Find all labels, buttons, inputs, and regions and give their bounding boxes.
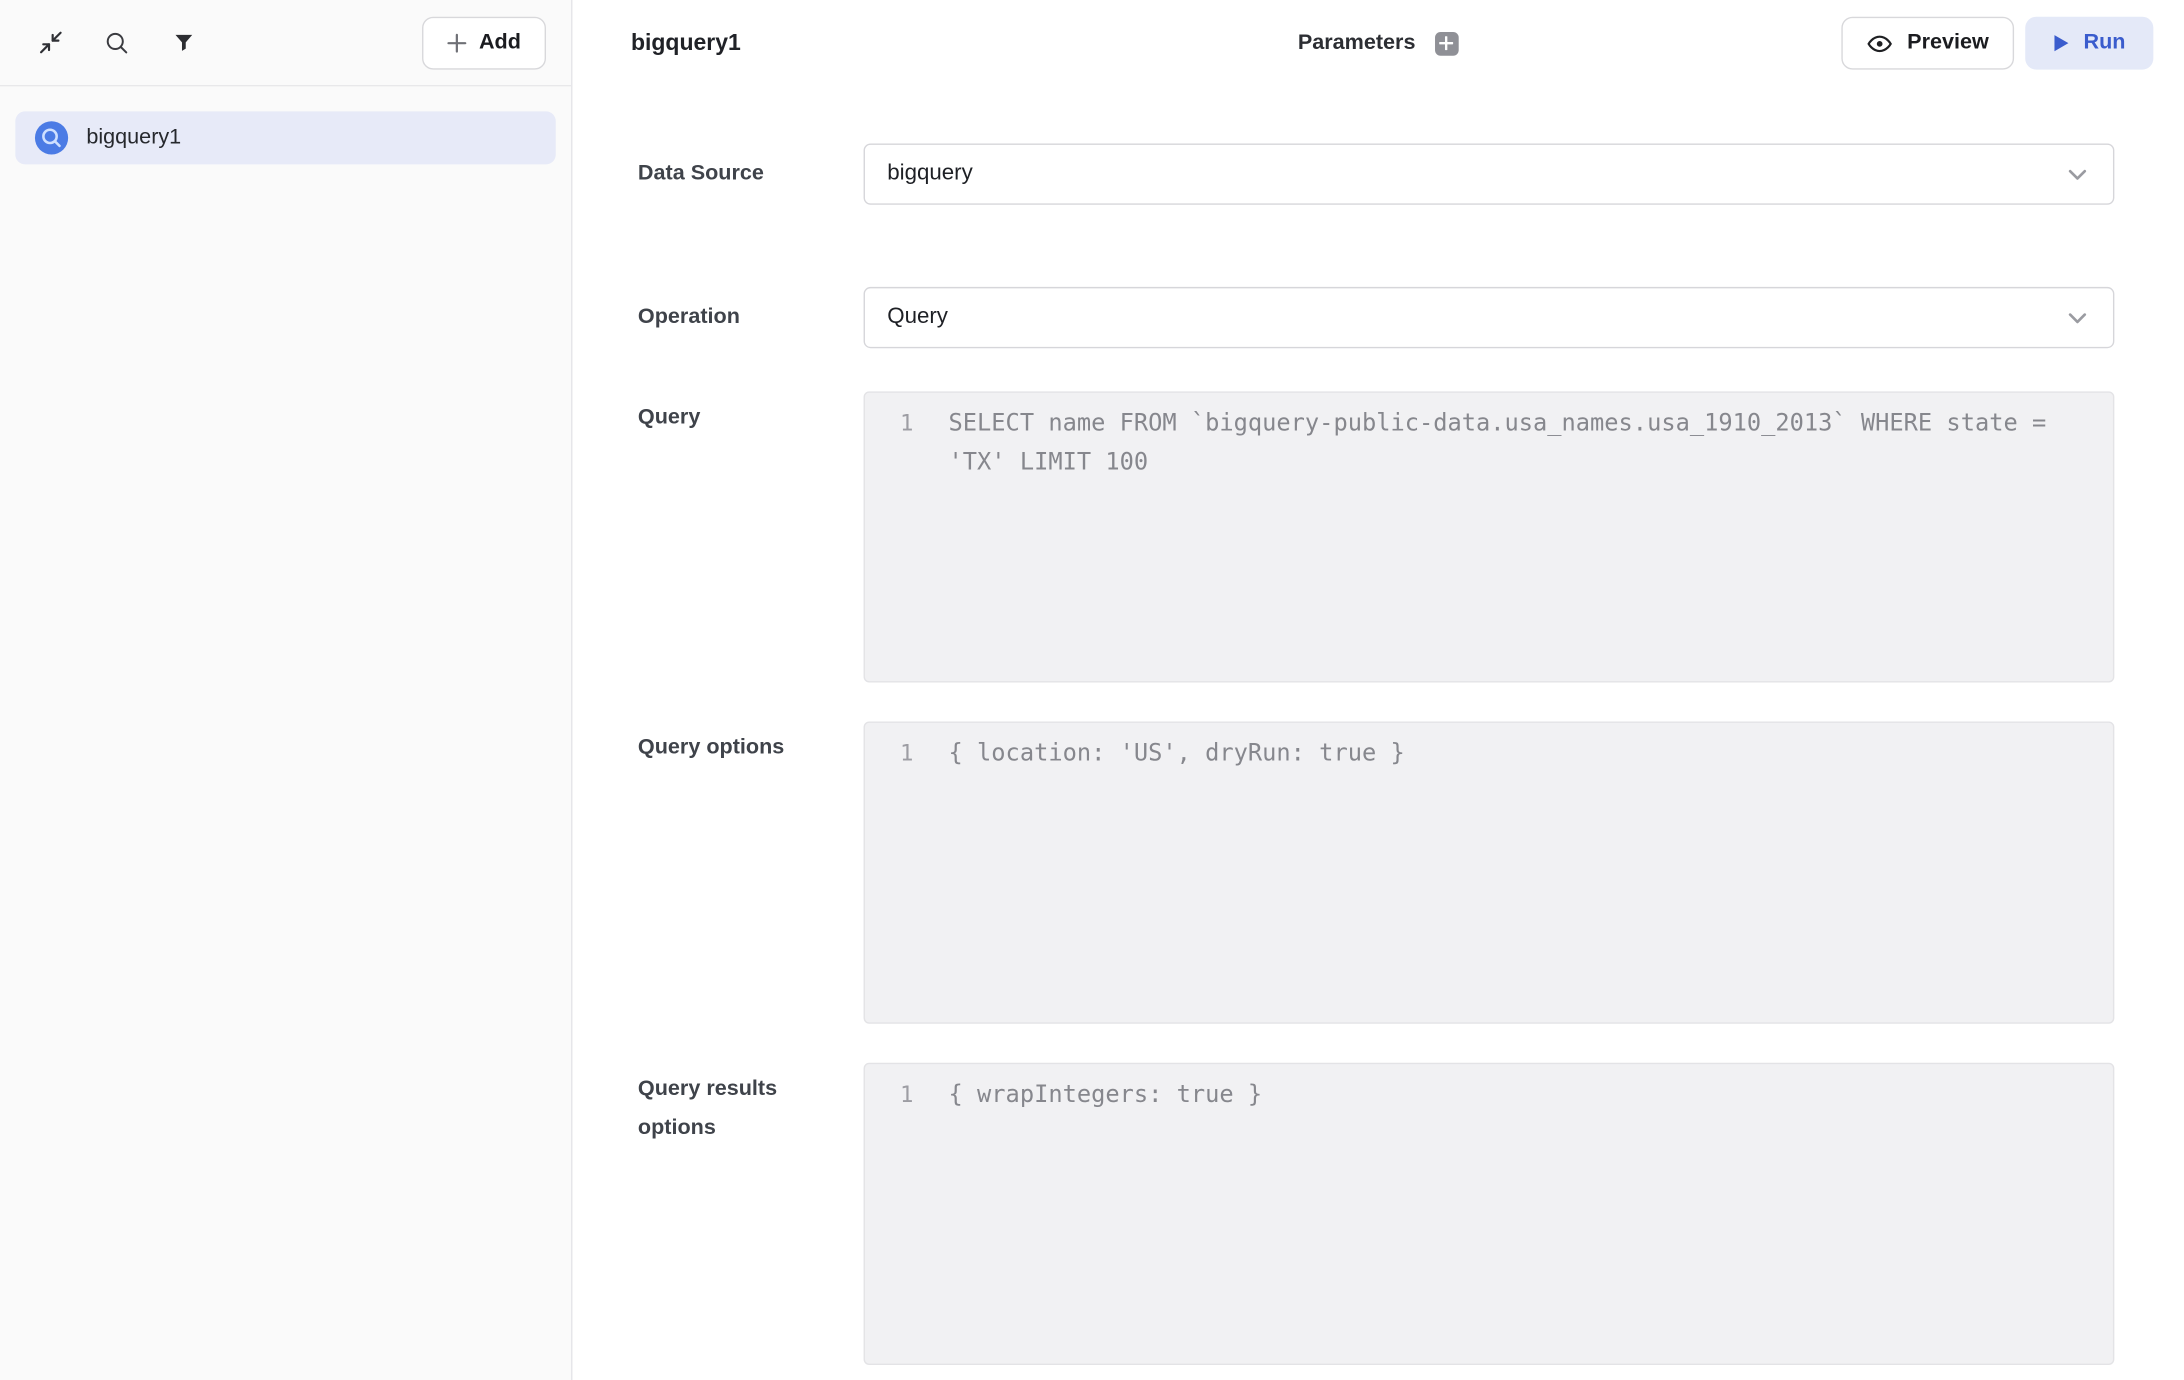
query-sidebar: Add bigquery1 (0, 0, 572, 1380)
query-label: Query (638, 391, 847, 437)
data-source-select[interactable]: bigquery (864, 143, 2115, 204)
query-item-label: bigquery1 (86, 125, 181, 150)
chevron-down-icon (2063, 304, 2092, 340)
preview-button-label: Preview (1907, 31, 1989, 56)
filter-icon[interactable] (169, 27, 200, 58)
eye-icon (1867, 30, 1893, 56)
operation-row: Operation Query (638, 287, 2114, 348)
operation-label: Operation (638, 305, 847, 330)
play-icon (2053, 33, 2070, 53)
query-results-options-label: Query results options (638, 1063, 847, 1148)
line-number: 1 (865, 734, 949, 773)
parameters-label: Parameters (1298, 31, 1416, 56)
query-options-code: { location: 'US', dryRun: true } (949, 734, 2113, 773)
preview-button[interactable]: Preview (1842, 17, 2014, 70)
plus-icon (447, 33, 467, 53)
parameters-section: Parameters (1298, 31, 1459, 56)
search-icon[interactable] (102, 27, 133, 58)
data-source-row: Data Source bigquery (638, 143, 2114, 204)
add-parameter-button[interactable] (1435, 31, 1459, 55)
bigquery-icon (33, 120, 69, 156)
query-options-editor[interactable]: 1 { location: 'US', dryRun: true } (864, 721, 2115, 1023)
query-title: bigquery1 (631, 30, 741, 56)
data-source-label: Data Source (638, 162, 847, 187)
sidebar-toolbar: Add (0, 0, 571, 86)
query-editor-panel: bigquery1 Parameters (572, 0, 2184, 1380)
operation-value: Query (887, 305, 948, 330)
operation-select[interactable]: Query (864, 287, 2115, 348)
query-options-row: Query options 1 { location: 'US', dryRun… (638, 721, 2114, 1023)
app-window: Add bigquery1 bigquery1 Parameters (0, 0, 2184, 1380)
query-row: Query 1 SELECT name FROM `bigquery-publi… (638, 391, 2114, 682)
add-button-label: Add (479, 30, 521, 55)
header-actions: Preview Run (1842, 17, 2154, 70)
query-code-editor[interactable]: 1 SELECT name FROM `bigquery-public-data… (864, 391, 2115, 682)
chevron-down-icon (2063, 160, 2092, 196)
query-results-options-row: Query results options 1 { wrapIntegers: … (638, 1063, 2114, 1365)
run-button-label: Run (2084, 31, 2126, 56)
query-list: bigquery1 (0, 86, 571, 189)
line-number: 1 (865, 404, 949, 443)
line-number: 1 (865, 1075, 949, 1114)
editor-header: bigquery1 Parameters (572, 0, 2184, 86)
collapse-icon[interactable] (35, 27, 66, 58)
query-results-options-editor[interactable]: 1 { wrapIntegers: true } (864, 1063, 2115, 1365)
query-list-item-bigquery1[interactable]: bigquery1 (15, 111, 555, 164)
data-source-value: bigquery (887, 162, 972, 187)
query-code: SELECT name FROM `bigquery-public-data.u… (949, 404, 2113, 482)
add-query-button[interactable]: Add (422, 16, 546, 69)
query-form: Data Source bigquery Operation Query (572, 86, 2184, 1380)
run-button[interactable]: Run (2025, 17, 2153, 70)
query-options-label: Query options (638, 721, 847, 767)
query-results-options-code: { wrapIntegers: true } (949, 1075, 2113, 1114)
